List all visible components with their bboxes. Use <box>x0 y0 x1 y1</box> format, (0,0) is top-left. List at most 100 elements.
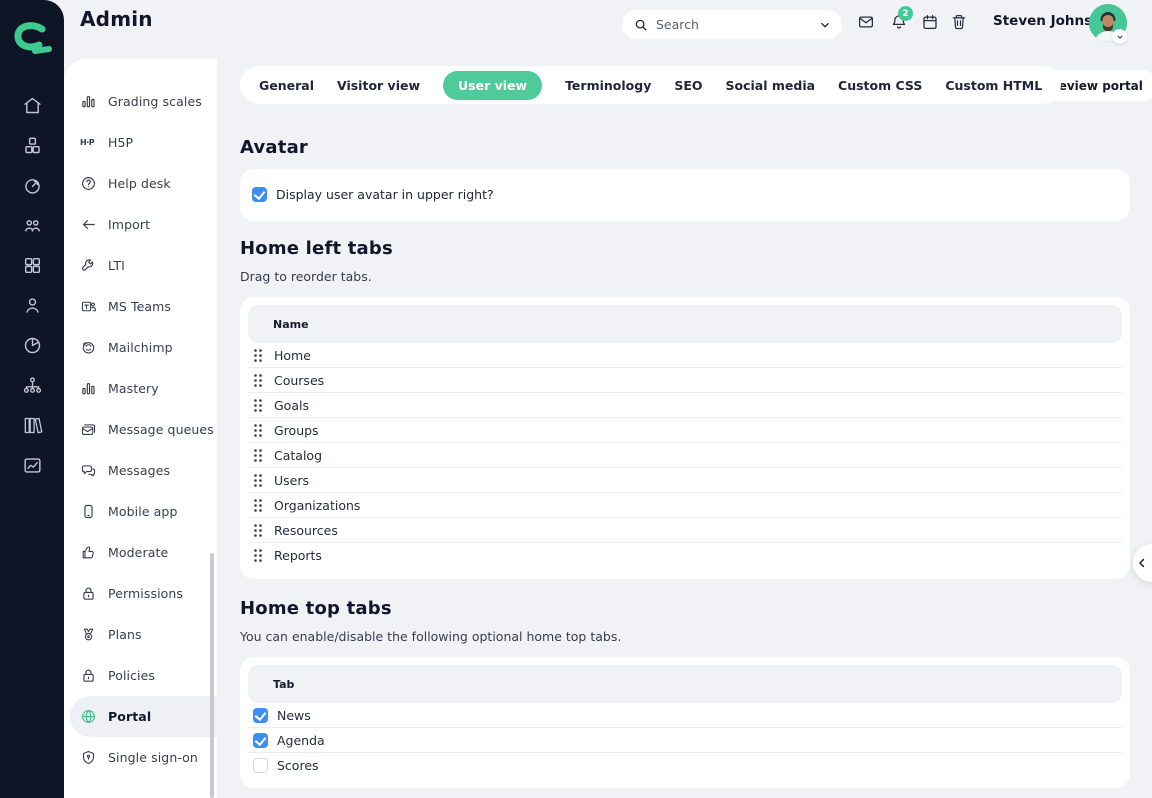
search-bar[interactable] <box>622 10 842 39</box>
avatar-menu-chevron[interactable] <box>1112 29 1127 44</box>
rail-hierarchy-icon[interactable] <box>0 365 64 405</box>
rail-home-icon[interactable] <box>0 85 64 125</box>
tab-custom-html[interactable]: Custom HTML <box>945 78 1042 93</box>
row-label: Groups <box>274 422 319 438</box>
rail-grid-icon[interactable] <box>0 245 64 285</box>
table-row[interactable]: Home <box>248 343 1122 368</box>
sidebar-item-label: Mobile app <box>108 504 178 519</box>
sidebar-item-message-queues[interactable]: Message queues <box>64 409 217 450</box>
row-label: Organizations <box>274 497 361 513</box>
row-label: Courses <box>274 372 325 388</box>
medal-icon <box>83 628 94 641</box>
rail-target-icon[interactable] <box>0 165 64 205</box>
rail-people-group-icon[interactable] <box>0 205 64 245</box>
rail-books-icon[interactable] <box>0 405 64 445</box>
home-top-tabs-title: Home top tabs <box>240 598 392 619</box>
scores-checkbox[interactable] <box>253 758 268 773</box>
sidebar-item-help-desk[interactable]: Help desk <box>64 163 217 204</box>
sidebar-item-label: Portal <box>108 709 152 724</box>
table-row[interactable]: Scores <box>248 753 1122 778</box>
sidebar-item-permissions[interactable]: Permissions <box>64 573 217 614</box>
table-row[interactable]: Agenda <box>248 728 1122 753</box>
thumbs-up-icon <box>82 546 94 559</box>
sidebar-item-policies[interactable]: Policies <box>64 655 217 696</box>
drag-handle-icon[interactable] <box>254 348 262 362</box>
lock-icon <box>83 669 94 682</box>
sidebar-item-mastery[interactable]: Mastery <box>64 368 217 409</box>
display-avatar-checkbox[interactable] <box>252 187 267 202</box>
drag-handle-icon[interactable] <box>254 448 262 462</box>
sidebar-item-grading-scales[interactable]: Grading scales <box>64 81 217 122</box>
main-nav-rail <box>0 0 64 798</box>
row-label: Catalog <box>274 447 323 463</box>
chevron-down-icon[interactable] <box>818 18 832 32</box>
tab-terminology[interactable]: Terminology <box>565 78 651 93</box>
row-label: Goals <box>274 397 309 413</box>
drag-handle-icon[interactable] <box>254 373 262 387</box>
drag-handle-icon[interactable] <box>254 398 262 412</box>
tab-custom-css[interactable]: Custom CSS <box>838 78 922 93</box>
sidebar-item-lti[interactable]: LTI <box>64 245 217 286</box>
row-label: News <box>277 707 311 723</box>
news-checkbox[interactable] <box>253 707 268 723</box>
tab-seo[interactable]: SEO <box>674 78 702 93</box>
sidebar-item-mailchimp[interactable]: Mailchimp <box>64 327 217 368</box>
rail-line-chart-icon[interactable] <box>0 445 64 485</box>
wrench-icon <box>82 259 94 271</box>
arrow-left-icon <box>82 220 95 229</box>
row-label: Agenda <box>277 732 325 748</box>
sidebar-item-import[interactable]: Import <box>64 204 217 245</box>
sidebar-item-single-sign-on[interactable]: Single sign-on <box>64 737 217 778</box>
app-logo[interactable] <box>11 22 53 56</box>
sidebar-item-label: Help desk <box>108 176 171 191</box>
sidebar-item-h5p[interactable]: H·P H5P <box>64 122 217 163</box>
agenda-checkbox[interactable] <box>253 732 268 748</box>
portal-view-tabs: General Visitor view User view Terminolo… <box>240 66 1062 104</box>
table-row[interactable]: Resources <box>248 518 1122 543</box>
table-row[interactable]: Users <box>248 468 1122 493</box>
chevron-down-icon <box>1117 35 1122 39</box>
chat-bubbles-icon <box>81 465 96 477</box>
sidebar-item-moderate[interactable]: Moderate <box>64 532 217 573</box>
collapse-panel-button[interactable] <box>1133 544 1152 582</box>
sidebar-item-portal[interactable]: Portal <box>70 696 217 737</box>
tab-visitor-view[interactable]: Visitor view <box>337 78 420 93</box>
calendar-icon[interactable] <box>921 13 939 31</box>
home-left-tabs-title: Home left tabs <box>240 238 393 259</box>
search-input[interactable] <box>656 17 810 32</box>
row-label: Users <box>274 472 310 488</box>
drag-handle-icon[interactable] <box>254 549 262 562</box>
teams-logo-icon <box>81 301 96 312</box>
table-row[interactable]: Groups <box>248 418 1122 443</box>
table-row[interactable]: Reports <box>248 543 1122 568</box>
rail-cubes-icon[interactable] <box>0 125 64 165</box>
tab-user-view[interactable]: User view <box>443 70 543 100</box>
column-header: Name <box>248 305 1122 343</box>
tab-social-media[interactable]: Social media <box>726 78 816 93</box>
drag-handle-icon[interactable] <box>254 473 262 487</box>
page-title: Admin <box>80 7 153 31</box>
mailchimp-logo-icon <box>82 342 95 354</box>
table-row[interactable]: Goals <box>248 393 1122 418</box>
sidebar-item-plans[interactable]: Plans <box>64 614 217 655</box>
drag-handle-icon[interactable] <box>254 523 262 537</box>
drag-handle-icon[interactable] <box>254 423 262 437</box>
sidebar-scrollbar[interactable] <box>210 553 214 798</box>
table-row[interactable]: News <box>248 703 1122 728</box>
tab-general[interactable]: General <box>259 78 314 93</box>
sidebar-item-mobile-app[interactable]: Mobile app <box>64 491 217 532</box>
table-row[interactable]: Courses <box>248 368 1122 393</box>
sidebar-item-ms-teams[interactable]: MS Teams <box>64 286 217 327</box>
rail-person-icon[interactable] <box>0 285 64 325</box>
table-row[interactable]: Catalog <box>248 443 1122 468</box>
globe-icon <box>82 710 95 723</box>
drag-handle-icon[interactable] <box>254 498 262 512</box>
mail-icon[interactable] <box>857 13 875 31</box>
h5p-logo-icon: H·P <box>80 138 95 147</box>
bar-chart-icon <box>82 95 95 108</box>
avatar-card: Display user avatar in upper right? <box>240 169 1130 221</box>
rail-pie-chart-icon[interactable] <box>0 325 64 365</box>
sidebar-item-messages[interactable]: Messages <box>64 450 217 491</box>
table-row[interactable]: Organizations <box>248 493 1122 518</box>
trash-icon[interactable] <box>950 13 968 31</box>
